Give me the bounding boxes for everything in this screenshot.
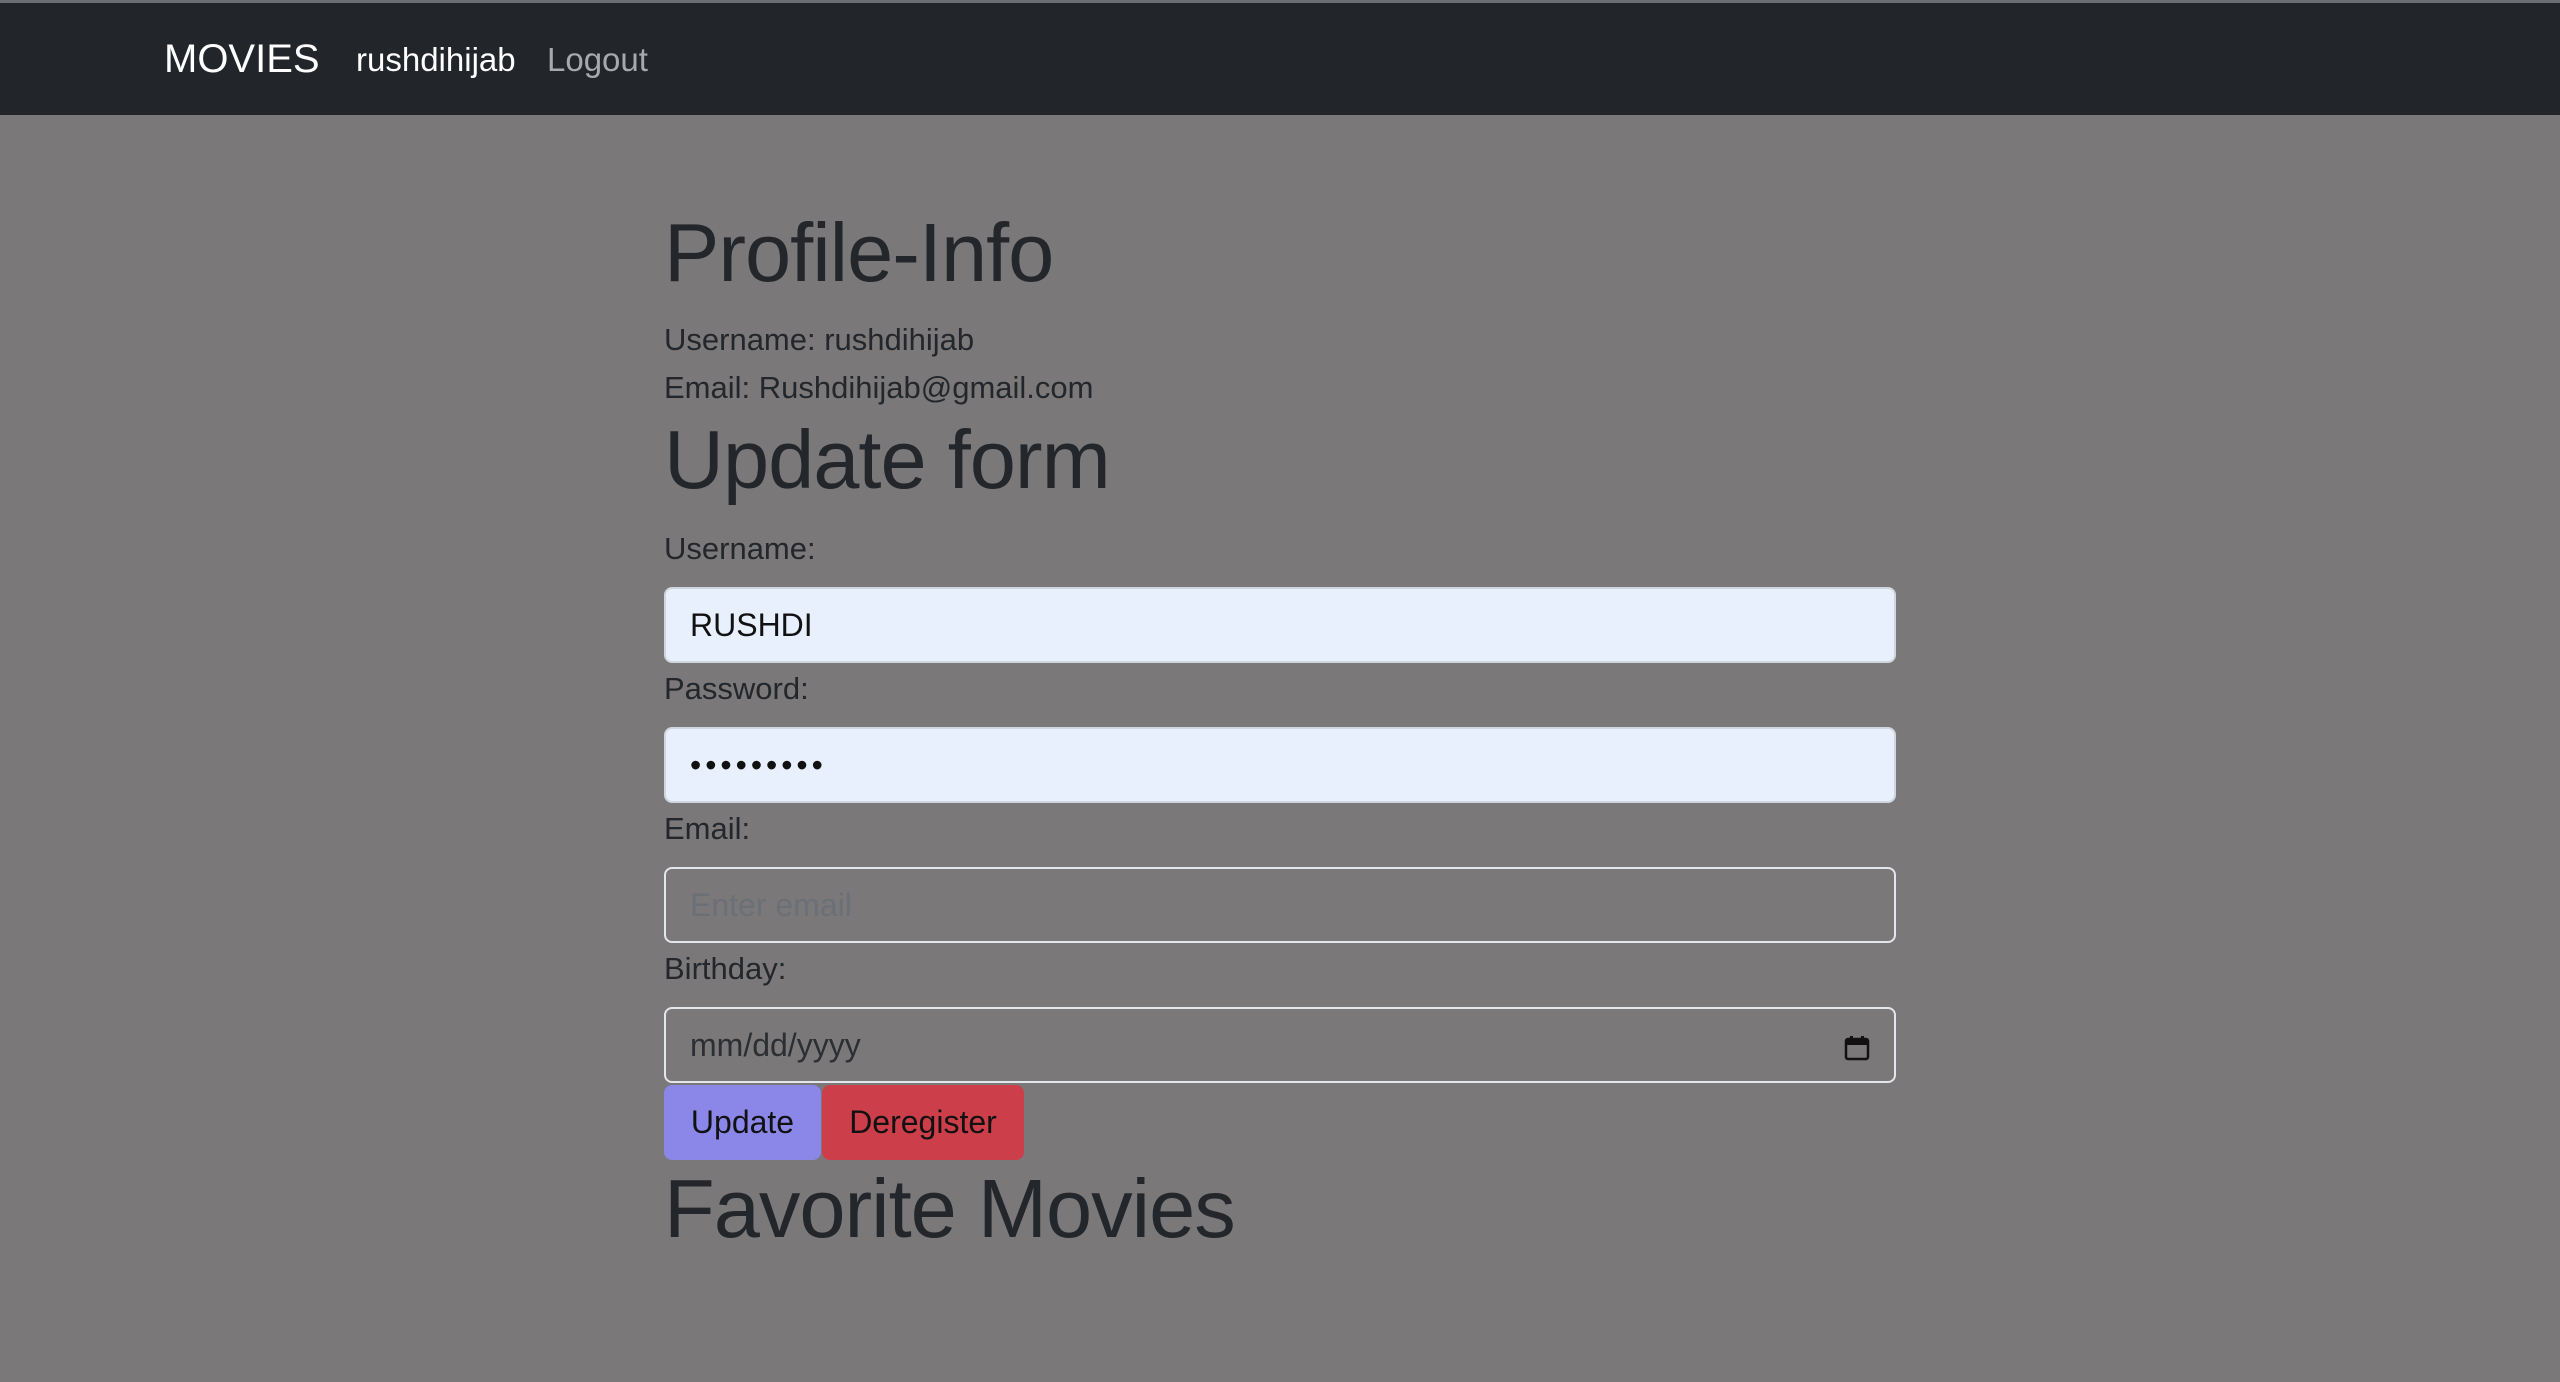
deregister-button[interactable]: Deregister <box>822 1085 1024 1160</box>
password-label: Password: <box>664 671 809 706</box>
calendar-icon[interactable] <box>1844 1032 1870 1061</box>
birthday-input-placeholder: mm/dd/yyyy <box>690 1026 861 1063</box>
password-input-value: ••••••••• <box>690 746 827 783</box>
favorite-movies-heading: Favorite Movies <box>664 1162 1236 1255</box>
update-button[interactable]: Update <box>664 1085 821 1160</box>
email-input-placeholder: Enter email <box>690 886 852 923</box>
profile-email-text: Email: Rushdihijab@gmail.com <box>664 370 1094 405</box>
email-label: Email: <box>664 811 751 846</box>
brand-link[interactable]: MOVIES <box>164 37 320 82</box>
password-input[interactable]: ••••••••• <box>664 727 1896 803</box>
birthday-label: Birthday: <box>664 951 787 986</box>
profile-info-heading: Profile-Info <box>664 206 1054 299</box>
update-form-heading: Update form <box>664 413 1111 506</box>
email-input[interactable]: Enter email <box>664 867 1896 943</box>
username-label: Username: <box>664 531 816 566</box>
logout-link[interactable]: Logout <box>547 41 648 79</box>
form-actions: Update Deregister <box>664 1085 1064 1161</box>
username-input[interactable]: RUSHDI <box>664 587 1896 663</box>
nav-profile-link[interactable]: rushdihijab <box>356 41 516 79</box>
top-navbar: MOVIES rushdihijab Logout <box>0 0 2560 115</box>
birthday-input[interactable]: mm/dd/yyyy <box>664 1007 1896 1083</box>
username-input-value: RUSHDI <box>690 606 813 643</box>
profile-username-text: Username: rushdihijab <box>664 322 975 357</box>
